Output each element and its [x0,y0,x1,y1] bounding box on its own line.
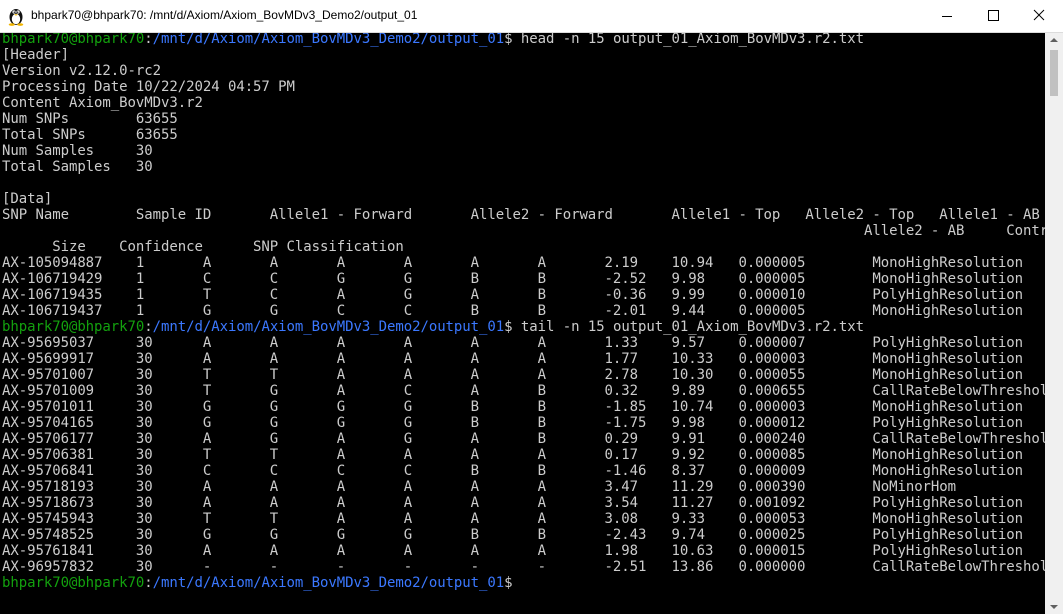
terminal-line: AX-105094887 1 A A A A A A 2.19 10.94 0.… [2,255,1045,271]
terminal-line: AX-95701011 30 G G G G B B -1.85 10.74 0… [2,399,1045,415]
terminal-text: : [144,33,153,47]
minimize-icon [942,16,952,17]
terminal-line: AX-95718673 30 A A A A A A 3.54 11.27 0.… [2,495,1045,511]
terminal-text: AX-95699917 30 A A A A A A 1.77 10.33 0.… [2,351,1023,367]
title-bar[interactable]: bhpark70@bhpark70: /mnt/d/Axiom/Axiom_Bo… [0,0,1063,33]
terminal-text: AX-95745943 30 T T A A A A 3.08 9.33 0.0… [2,511,1023,527]
linux-tux-icon [8,9,24,26]
terminal-text: AX-95706841 30 C C C C B B -1.46 8.37 0.… [2,463,1023,479]
terminal-line: bhpark70@bhpark70:/mnt/d/Axiom/Axiom_Bov… [2,33,1045,47]
terminal-line: AX-95699917 30 A A A A A A 1.77 10.33 0.… [2,351,1045,367]
terminal-text: AX-95701011 30 G G G G B B -1.85 10.74 0… [2,399,1023,415]
terminal-text: AX-106719435 1 T C A G A B -0.36 9.99 0.… [2,287,1023,303]
prompt-user: bhpark70@bhpark70 [2,319,145,335]
terminal-line: AX-95704165 30 G G G G B B -1.75 9.98 0.… [2,415,1045,431]
terminal-text: AX-95718673 30 A A A A A A 3.54 11.27 0.… [2,495,1023,511]
terminal-line: Allele2 - AB Contrast [2,223,1045,239]
terminal-line: Content Axiom_BovMDv3.r2 [2,95,1045,111]
terminal-text: Processing Date 10/22/2024 04:57 PM [2,79,295,95]
terminal-text: $ [504,575,513,591]
terminal-line: AX-95761841 30 A A A A A A 1.98 10.63 0.… [2,543,1045,559]
terminal-line: bhpark70@bhpark70:/mnt/d/Axiom/Axiom_Bov… [2,319,1045,335]
terminal-text: AX-95706381 30 T T A A A A 0.17 9.92 0.0… [2,447,1023,463]
terminal-text: AX-95701009 30 T G A C A B 0.32 9.89 0.0… [2,383,1045,399]
terminal-text: AX-95706177 30 A G A G A B 0.29 9.91 0.0… [2,431,1045,447]
terminal-line: AX-95718193 30 A A A A A A 3.47 11.29 0.… [2,479,1045,495]
terminal-text: AX-95748525 30 G G G G B B -2.43 9.74 0.… [2,527,1023,543]
terminal-line: AX-95706177 30 A G A G A B 0.29 9.91 0.0… [2,431,1045,447]
terminal-line: AX-95745943 30 T T A A A A 3.08 9.33 0.0… [2,511,1045,527]
terminal-text: AX-95761841 30 A A A A A A 1.98 10.63 0.… [2,543,1023,559]
terminal-text: $ head -n 15 output_01_Axiom_BovMDv3.r2.… [504,33,865,47]
window-title: bhpark70@bhpark70: /mnt/d/Axiom/Axiom_Bo… [31,8,418,22]
terminal-text: AX-95701007 30 T T A A A A 2.78 10.30 0.… [2,367,1023,383]
terminal-line: [Header] [2,47,1045,63]
terminal-line: Num SNPs 63655 [2,111,1045,127]
terminal-line: AX-95748525 30 G G G G B B -2.43 9.74 0.… [2,527,1045,543]
scrollbar-thumb[interactable] [1050,50,1058,96]
close-icon [1033,9,1045,21]
terminal-line: AX-95706381 30 T T A A A A 0.17 9.92 0.0… [2,447,1045,463]
close-button[interactable] [1016,0,1062,32]
terminal-line: AX-95706841 30 C C C C B B -1.46 8.37 0.… [2,463,1045,479]
terminal-text: SNP Name Sample ID Allele1 - Forward All… [2,207,1040,223]
prompt-path: /mnt/d/Axiom/Axiom_BovMDv3_Demo2/output_… [152,33,505,47]
terminal-text: Allele2 - AB Contrast [2,223,1045,239]
terminal-line: bhpark70@bhpark70:/mnt/d/Axiom/Axiom_Bov… [2,575,1045,591]
terminal-line: AX-106719437 1 G G C C B B -2.01 9.44 0.… [2,303,1045,319]
terminal-line: AX-106719435 1 T C A G A B -0.36 9.99 0.… [2,287,1045,303]
prompt-user: bhpark70@bhpark70 [2,575,145,591]
terminal-line: AX-106719429 1 C C G G B B -2.52 9.98 0.… [2,271,1045,287]
terminal-text: Total Samples 30 [2,159,153,175]
terminal-text: AX-106719429 1 C C G G B B -2.52 9.98 0.… [2,271,1023,287]
terminal-text: [Header] [2,47,69,63]
terminal-text: : [144,319,153,335]
terminal-output[interactable]: bhpark70@bhpark70:/mnt/d/Axiom/Axiom_Bov… [0,33,1045,614]
terminal-text: $ tail -n 15 output_01_Axiom_BovMDv3.r2.… [504,319,865,335]
prompt-path: /mnt/d/Axiom/Axiom_BovMDv3_Demo2/output_… [152,319,505,335]
prompt-path: /mnt/d/Axiom/Axiom_BovMDv3_Demo2/output_… [152,575,505,591]
terminal-text: AX-96957832 30 - - - - - - -2.51 13.86 0… [2,559,1045,575]
terminal-text: Total SNPs 63655 [2,127,178,143]
terminal-text: AX-106719437 1 G G C C B B -2.01 9.44 0.… [2,303,1023,319]
terminal-line: Total SNPs 63655 [2,127,1045,143]
terminal-text: Num SNPs 63655 [2,111,178,127]
terminal-text: [Data] [2,191,53,207]
terminal-text: Content Axiom_BovMDv3.r2 [2,95,203,111]
terminal-text: AX-95695037 30 A A A A A A 1.33 9.57 0.0… [2,335,1023,351]
terminal-text: AX-95718193 30 A A A A A A 3.47 11.29 0.… [2,479,957,495]
prompt-user: bhpark70@bhpark70 [2,33,145,47]
terminal-text: Num Samples 30 [2,143,153,159]
terminal-text: Version v2.12.0-rc2 [2,63,162,79]
terminal-window: bhpark70@bhpark70: /mnt/d/Axiom/Axiom_Bo… [0,0,1063,614]
terminal-line: AX-95701007 30 T T A A A A 2.78 10.30 0.… [2,367,1045,383]
terminal-lines: bhpark70@bhpark70:/mnt/d/Axiom/Axiom_Bov… [2,33,1045,591]
terminal-line: Version v2.12.0-rc2 [2,63,1045,79]
vertical-scrollbar[interactable] [1045,33,1063,614]
terminal-text: Size Confidence SNP Classification [2,239,404,255]
terminal-line: [Data] [2,191,1045,207]
terminal-line: Processing Date 10/22/2024 04:57 PM [2,79,1045,95]
maximize-button[interactable] [970,0,1016,32]
minimize-button[interactable] [924,0,970,32]
terminal-line: AX-95695037 30 A A A A A A 1.33 9.57 0.0… [2,335,1045,351]
terminal-text: : [144,575,153,591]
terminal-line: Num Samples 30 [2,143,1045,159]
terminal-line: AX-95701009 30 T G A C A B 0.32 9.89 0.0… [2,383,1045,399]
maximize-icon [988,10,999,21]
terminal-line: SNP Name Sample ID Allele1 - Forward All… [2,207,1045,223]
terminal-line: Total Samples 30 [2,159,1045,175]
terminal-line: Size Confidence SNP Classification [2,239,1045,255]
scroll-down-arrow-icon[interactable] [1045,600,1063,614]
terminal-text: AX-95704165 30 G G G G B B -1.75 9.98 0.… [2,415,1023,431]
terminal-line: AX-96957832 30 - - - - - - -2.51 13.86 0… [2,559,1045,575]
terminal-text: AX-105094887 1 A A A A A A 2.19 10.94 0.… [2,255,1023,271]
scroll-up-arrow-icon[interactable] [1045,33,1063,47]
